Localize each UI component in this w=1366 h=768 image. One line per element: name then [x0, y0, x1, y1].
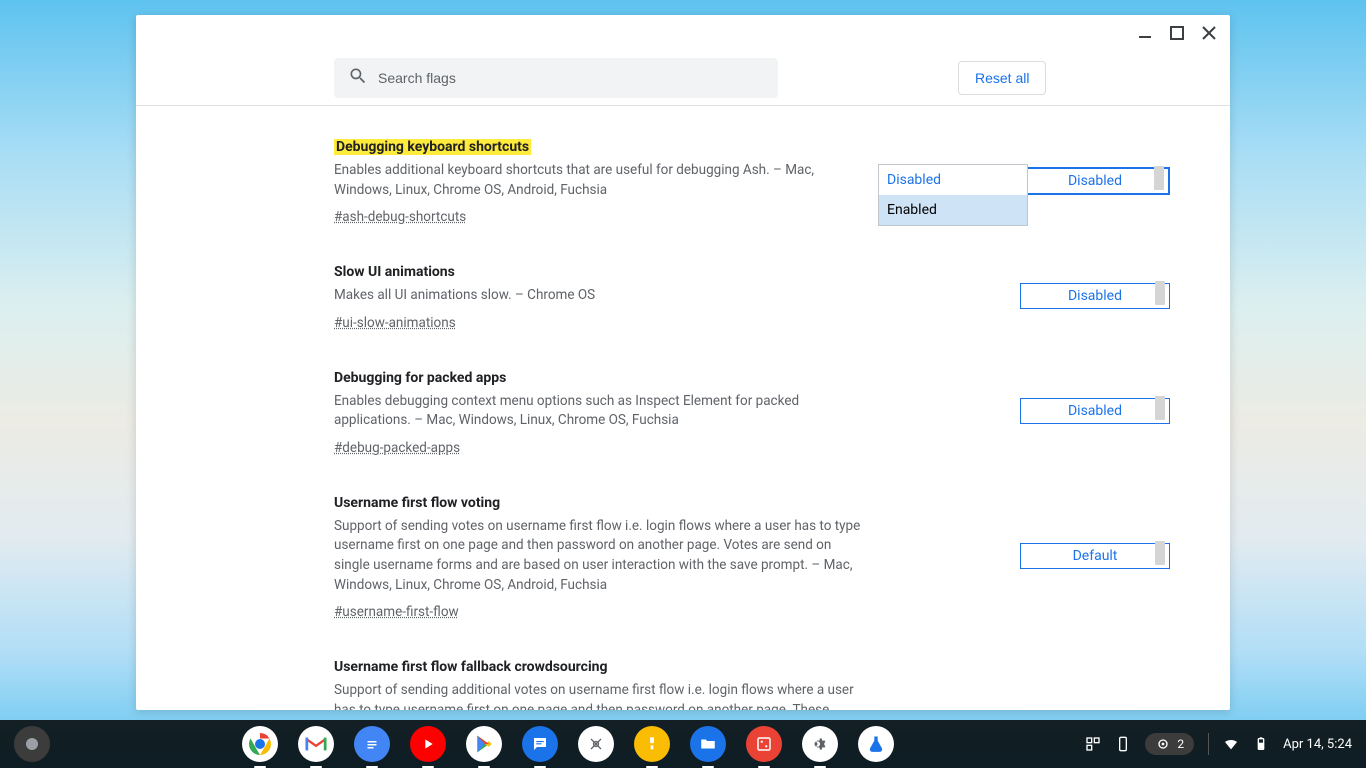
minimize-button[interactable]: [1138, 26, 1152, 40]
search-box[interactable]: [334, 58, 778, 98]
app-tools[interactable]: [578, 726, 614, 762]
notification-count: 2: [1177, 737, 1184, 751]
flag-row: Username first flow voting Support of se…: [334, 492, 1170, 620]
flag-select[interactable]: Disabled: [1020, 283, 1170, 309]
app-youtube[interactable]: [410, 726, 446, 762]
flag-select-value: Disabled: [1068, 403, 1122, 419]
chevron-down-icon: [1155, 553, 1165, 559]
wifi-icon[interactable]: [1223, 736, 1239, 752]
flag-title: Debugging keyboard shortcuts: [334, 139, 531, 155]
topbar: Reset all: [136, 51, 1230, 106]
flag-description: Enables debugging context menu options s…: [334, 392, 862, 431]
flag-title: Username first flow fallback crowdsourci…: [334, 659, 608, 675]
maximize-button[interactable]: [1170, 26, 1184, 40]
flag-row: Debugging for packed apps Enables debugg…: [334, 367, 1170, 456]
flag-row: Debugging keyboard shortcuts Enables add…: [334, 136, 1170, 225]
battery-icon[interactable]: [1253, 736, 1269, 752]
flags-content: Debugging keyboard shortcuts Enables add…: [136, 106, 1230, 710]
clock[interactable]: Apr 14, 5:24: [1283, 737, 1352, 752]
flag-select[interactable]: Disabled: [1020, 398, 1170, 424]
flag-select-value: Disabled: [1068, 173, 1122, 189]
flag-hash-link[interactable]: #username-first-flow: [334, 604, 459, 620]
flag-title: Slow UI animations: [334, 264, 455, 280]
flag-select-value: Default: [1073, 548, 1118, 564]
flag-description: Makes all UI animations slow. – Chrome O…: [334, 286, 862, 306]
flag-select-value: Disabled: [1068, 288, 1122, 304]
titlebar: [136, 15, 1230, 51]
app-settings[interactable]: [802, 726, 838, 762]
app-flask[interactable]: [858, 726, 894, 762]
app-dice[interactable]: [746, 726, 782, 762]
flag-hash-link[interactable]: #debug-packed-apps: [334, 440, 460, 456]
app-docs[interactable]: [354, 726, 390, 762]
search-icon: [348, 66, 368, 90]
flag-description: Support of sending additional votes on u…: [334, 681, 862, 710]
app-keep[interactable]: [634, 726, 670, 762]
flag-title: Username first flow voting: [334, 495, 500, 511]
chevron-down-icon: [1155, 408, 1165, 414]
system-tray[interactable]: 2 Apr 14, 5:24: [1085, 733, 1352, 755]
overview-icon[interactable]: [1085, 736, 1101, 752]
close-button[interactable]: [1202, 26, 1216, 40]
launcher-button[interactable]: [14, 726, 50, 762]
app-gmail[interactable]: [298, 726, 334, 762]
flag-select[interactable]: Default: [1020, 543, 1170, 569]
chevron-down-icon: [1154, 178, 1164, 184]
chevron-down-icon: [1155, 293, 1165, 299]
app-files[interactable]: [690, 726, 726, 762]
shelf-apps: [50, 726, 1085, 762]
flag-row: Slow UI animations Makes all UI animatio…: [334, 261, 1170, 331]
app-chrome[interactable]: [242, 726, 278, 762]
phone-hub-icon[interactable]: [1115, 736, 1131, 752]
flag-select-dropdown[interactable]: Disabled Enabled: [878, 164, 1028, 226]
reset-all-button[interactable]: Reset all: [958, 61, 1046, 95]
flag-select[interactable]: Disabled: [1020, 167, 1170, 195]
dropdown-option-enabled[interactable]: Enabled: [879, 195, 1027, 225]
app-play-store[interactable]: [466, 726, 502, 762]
search-input[interactable]: [378, 70, 764, 86]
flag-row: Username first flow fallback crowdsourci…: [334, 656, 1170, 710]
flag-hash-link[interactable]: #ash-debug-shortcuts: [334, 209, 466, 225]
shelf: 2 Apr 14, 5:24: [0, 720, 1366, 768]
app-window: Reset all Debugging keyboard shortcuts E…: [136, 15, 1230, 710]
dropdown-option-disabled[interactable]: Disabled: [879, 165, 1027, 195]
flag-title: Debugging for packed apps: [334, 370, 506, 386]
flag-hash-link[interactable]: #ui-slow-animations: [334, 315, 456, 331]
tray-separator: [1208, 733, 1209, 755]
notification-pill[interactable]: 2: [1145, 733, 1194, 755]
app-messages[interactable]: [522, 726, 558, 762]
flag-description: Support of sending votes on username fir…: [334, 517, 862, 595]
flag-description: Enables additional keyboard shortcuts th…: [334, 161, 862, 200]
